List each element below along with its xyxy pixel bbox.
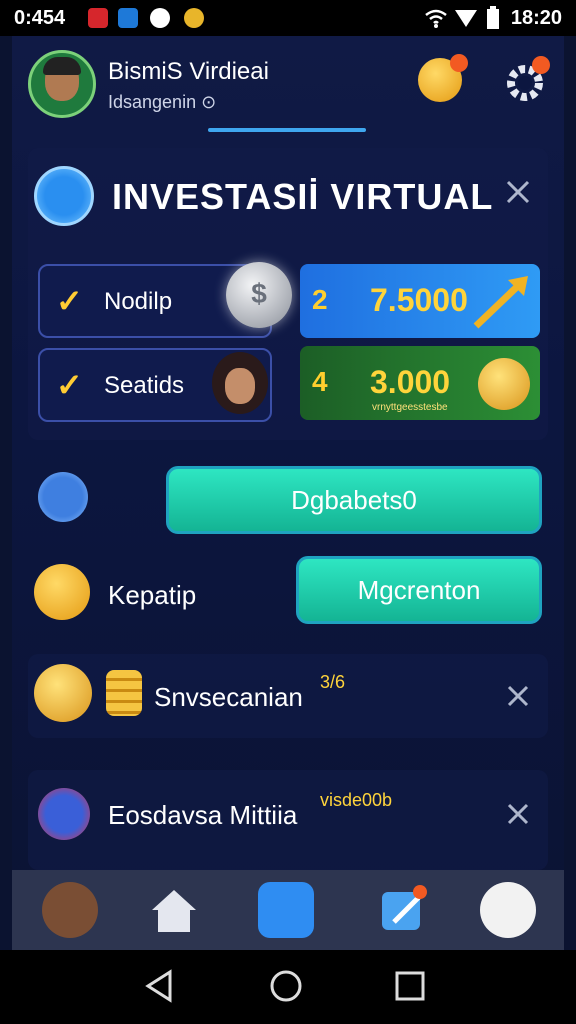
primary-action-button[interactable]: Dgbabets0 <box>166 466 542 534</box>
gold-coins-icon <box>478 358 530 410</box>
panel-value: 3.000 <box>370 364 451 400</box>
notification-app-icon <box>118 8 138 28</box>
secondary-action-button[interactable]: Mgcrenton <box>296 556 542 624</box>
apps-icon[interactable] <box>258 882 314 938</box>
notification-badge <box>532 56 550 74</box>
list-item-meta: visde00b <box>320 790 393 810</box>
option-card[interactable]: ✓ Seatids <box>38 348 272 422</box>
option-label: Seatids <box>104 372 185 399</box>
status-bar: 0:454 18:20 <box>0 0 576 36</box>
row-label: Kepatip <box>108 580 197 610</box>
edit-icon[interactable] <box>376 882 432 938</box>
coin-notification-icon <box>184 8 204 28</box>
app-title: BismiS Virdieai <box>108 58 269 85</box>
app-screen: BismiS Virdieai Idsangenin ⊙ INVESTASIİ … <box>12 36 564 950</box>
panel-value: 7.5000 <box>370 282 468 318</box>
app-subtitle: Idsangenin ⊙ <box>108 92 217 112</box>
battery-icon <box>487 6 499 29</box>
close-icon[interactable] <box>502 176 534 208</box>
phone-frame: 0:454 18:20 BismiS Virdieai Idsangenin ⊙ <box>0 0 576 1024</box>
notification-badge <box>450 54 468 72</box>
bottom-navigation <box>12 870 564 950</box>
balance-panel[interactable]: 4 3.000 vrnyttgeesstesbe <box>300 346 540 420</box>
notification-app-icon <box>88 8 108 28</box>
investment-icon <box>34 166 94 226</box>
checkmark-icon: ✓ <box>56 283 83 319</box>
nav-profile-avatar[interactable] <box>42 882 98 938</box>
back-icon[interactable] <box>142 968 178 1004</box>
panel-note: vrnyttgeesstesbe <box>372 402 448 413</box>
panel-prefix: 2 <box>312 284 328 315</box>
dollar-coin-icon <box>34 664 92 722</box>
status-clock: 18:20 <box>510 7 562 29</box>
home-icon[interactable] <box>146 882 202 938</box>
panel-prefix: 4 <box>312 366 328 397</box>
close-icon[interactable] <box>504 682 532 710</box>
investment-title: INVESTASIİ VIRTUAL <box>112 176 494 217</box>
user-avatar <box>212 352 268 414</box>
balance-panel[interactable]: 2 7.5000 <box>300 264 540 338</box>
wifi-icon <box>425 9 447 28</box>
avatar-hair <box>43 57 81 75</box>
notes-icon <box>38 788 90 840</box>
option-label: Nodilp <box>104 288 173 315</box>
app-header: BismiS Virdieai Idsangenin ⊙ <box>12 36 564 136</box>
list-item-meta: 3/6 <box>320 672 346 692</box>
list-item-label: Eosdavsa Mittiia <box>108 800 298 830</box>
checkmark-icon: ✓ <box>56 367 83 403</box>
header-tab-indicator <box>208 128 366 132</box>
coin-stack-icon <box>106 670 142 716</box>
profile-avatar[interactable] <box>28 50 96 118</box>
signal-icon <box>455 10 477 27</box>
recent-apps-icon[interactable] <box>392 968 428 1004</box>
avatar-face <box>225 368 255 404</box>
home-button-icon[interactable] <box>268 968 304 1004</box>
dollar-coin-icon <box>34 564 90 620</box>
status-time: 0:454 <box>14 7 66 29</box>
list-item-label: Snvsecanian <box>154 682 303 712</box>
option-card[interactable]: ✓ Nodilp $ <box>38 262 292 338</box>
nav-user-avatar[interactable] <box>480 882 536 938</box>
silver-coin-icon: $ <box>226 262 292 328</box>
system-navigation-bar <box>0 950 576 1024</box>
ticket-icon <box>38 472 88 522</box>
trend-arrow-icon <box>473 276 528 329</box>
notification-app-icon <box>150 8 170 28</box>
close-icon[interactable] <box>504 800 532 828</box>
